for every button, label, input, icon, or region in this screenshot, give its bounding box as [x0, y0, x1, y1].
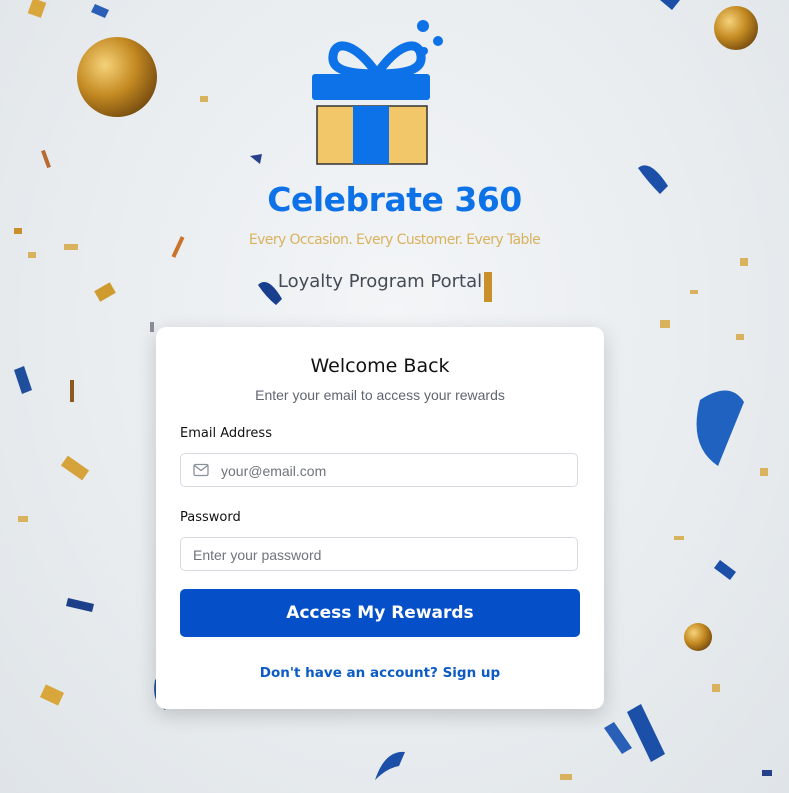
gold-confetti	[18, 516, 28, 522]
gold-confetti	[760, 468, 768, 476]
blue-confetti	[14, 366, 32, 394]
email-input[interactable]	[221, 454, 561, 488]
signup-link[interactable]: Sign up	[443, 665, 501, 681]
brand-tagline: Every Occasion. Every Customer. Every Ta…	[248, 232, 541, 248]
portal-subtitle: Loyalty Program Portal	[277, 271, 483, 292]
blue-confetti	[250, 154, 262, 164]
gold-confetti	[712, 684, 720, 692]
gold-confetti	[150, 322, 154, 332]
blue-confetti	[696, 390, 744, 466]
email-field-container	[180, 453, 578, 488]
gift-box-icon	[312, 20, 443, 165]
login-card: Welcome Back Enter your email to access …	[156, 327, 604, 709]
gold-ornament	[714, 6, 758, 50]
gold-ornament	[77, 37, 157, 117]
blue-confetti	[714, 560, 736, 580]
gold-confetti	[740, 258, 748, 266]
blue-confetti	[91, 4, 109, 18]
blue-confetti	[375, 751, 405, 780]
gold-confetti	[674, 536, 684, 540]
card-subtitle: Enter your email to access your rewards	[255, 387, 505, 403]
password-field-container	[180, 537, 578, 572]
brand-title: Celebrate 360	[267, 180, 522, 219]
gold-confetti	[200, 96, 208, 102]
gold-confetti	[28, 252, 36, 258]
signup-prompt: Don't have an account? Sign up	[156, 665, 604, 681]
blue-confetti	[660, 0, 680, 10]
password-label: Password	[180, 510, 241, 525]
gold-confetti	[70, 380, 74, 402]
gold-confetti	[560, 774, 572, 780]
gold-confetti	[41, 149, 51, 169]
gold-confetti	[39, 684, 65, 706]
blue-confetti	[627, 704, 665, 762]
gold-confetti	[736, 334, 744, 340]
gold-confetti	[27, 0, 47, 18]
gold-confetti	[762, 770, 772, 776]
gold-confetti	[660, 320, 670, 328]
access-rewards-button[interactable]: Access My Rewards	[180, 589, 580, 637]
mail-icon	[193, 463, 209, 477]
signup-prompt-text: Don't have an account?	[259, 665, 438, 681]
login-page: Celebrate 360 Every Occasion. Every Cust…	[0, 0, 789, 793]
card-title: Welcome Back	[310, 355, 450, 377]
email-label: Email Address	[180, 426, 272, 441]
blue-confetti	[604, 722, 632, 754]
gold-confetti	[60, 455, 90, 481]
blue-confetti	[66, 598, 94, 612]
password-input[interactable]	[193, 538, 563, 572]
gold-ornament	[684, 623, 712, 651]
